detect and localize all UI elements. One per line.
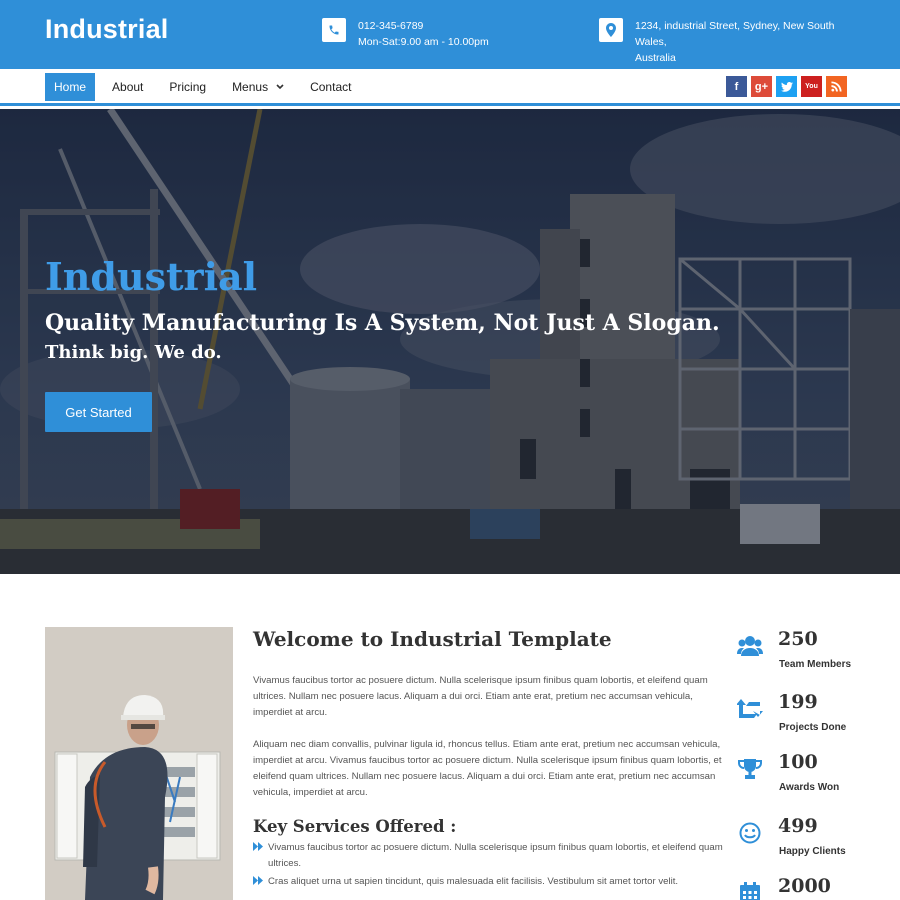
stat-projects-done: 199 Projects Done (736, 691, 886, 751)
nav-item-pricing[interactable]: Pricing (160, 73, 215, 101)
hero-tagline: Think big. We do. (45, 342, 222, 363)
nav-label: Home (54, 80, 87, 94)
stat-value: 499 (778, 815, 818, 837)
nav-label: Menus (232, 80, 269, 94)
stat-value: 250 (778, 628, 818, 650)
hero-banner: Industrial Quality Manufacturing Is A Sy… (0, 109, 900, 574)
services-title: Key Services Offered : (253, 817, 457, 836)
nav-item-home[interactable]: Home (45, 73, 96, 101)
contact-phone: 012-345-6789 Mon-Sat:9.00 am - 10.00pm (322, 18, 489, 50)
get-started-button[interactable]: Get Started (45, 392, 152, 432)
business-hours: Mon-Sat:9.00 am - 10.00pm (358, 36, 489, 48)
rss-icon[interactable] (826, 76, 847, 97)
stat-value: 2000 (778, 875, 831, 897)
service-text: Cras aliquet urna ut sapien tincidunt, q… (268, 876, 679, 887)
stat-calendar: 2000 (736, 875, 886, 900)
stat-awards-won: 100 Awards Won (736, 751, 886, 811)
youtube-glyph: You (805, 83, 818, 90)
facebook-glyph: f (734, 80, 739, 93)
map-marker-icon (599, 18, 623, 42)
stat-value: 199 (778, 691, 818, 713)
hero-title: Industrial (45, 254, 258, 299)
welcome-section: Welcome to Industrial Template Vivamus f… (253, 627, 723, 892)
worker-photo (45, 627, 233, 900)
calendar-icon (736, 881, 764, 900)
smile-icon (736, 821, 764, 845)
service-text: Vivamus faucibus tortor ac posuere dictu… (268, 842, 723, 869)
double-arrow-right-icon (253, 840, 264, 856)
retweet-icon (736, 697, 764, 721)
top-header: Industrial 012-345-6789 Mon-Sat:9.00 am … (0, 0, 900, 69)
stat-team-members: 250 Team Members (736, 628, 886, 688)
chevron-down-icon (276, 82, 284, 92)
stat-happy-clients: 499 Happy Clients (736, 815, 886, 875)
nav-menu: Home About Pricing Menus Contact (45, 73, 368, 101)
hero-subtitle: Quality Manufacturing Is A System, Not J… (45, 310, 720, 336)
address-line-2: Australia (635, 52, 676, 64)
stat-label: Awards Won (779, 782, 840, 793)
stat-label: Team Members (779, 659, 852, 670)
nav-label: Contact (310, 80, 352, 94)
nav-label: About (112, 80, 144, 94)
phone-icon (322, 18, 346, 42)
double-arrow-right-icon (253, 874, 264, 890)
service-item: Vivamus faucibus tortor ac posuere dictu… (253, 840, 723, 872)
phone-number: 012-345-6789 (358, 20, 424, 32)
address-line-1: 1234, industrial Street, Sydney, New Sou… (635, 20, 835, 48)
facebook-icon[interactable]: f (726, 76, 747, 97)
users-icon (736, 634, 764, 658)
rss-feed-icon (831, 81, 842, 92)
service-item: Cras aliquet urna ut sapien tincidunt, q… (253, 874, 723, 890)
social-links: f g+ You (722, 76, 847, 97)
welcome-paragraph-2: Aliquam nec diam convallis, pulvinar lig… (253, 739, 722, 798)
welcome-paragraph-1: Vivamus faucibus tortor ac posuere dictu… (253, 675, 708, 718)
nav-item-contact[interactable]: Contact (301, 73, 360, 101)
contact-address: 1234, industrial Street, Sydney, New Sou… (599, 18, 869, 66)
google-plus-glyph: g+ (754, 80, 769, 93)
youtube-icon[interactable]: You (801, 76, 822, 97)
trophy-icon (736, 757, 764, 781)
nav-item-menus[interactable]: Menus (223, 73, 293, 101)
welcome-title: Welcome to Industrial Template (253, 627, 612, 651)
site-logo[interactable]: Industrial (45, 14, 169, 45)
stat-label: Happy Clients (779, 846, 846, 857)
twitter-icon[interactable] (776, 76, 797, 97)
nav-label: Pricing (169, 80, 207, 94)
stat-label: Projects Done (779, 722, 847, 733)
worker-illustration (45, 627, 233, 900)
stat-value: 100 (778, 751, 818, 773)
main-navbar: Home About Pricing Menus Contact f g+ Yo… (0, 69, 900, 106)
nav-item-about[interactable]: About (103, 73, 152, 101)
google-plus-icon[interactable]: g+ (751, 76, 772, 97)
twitter-bird-icon (780, 81, 793, 92)
